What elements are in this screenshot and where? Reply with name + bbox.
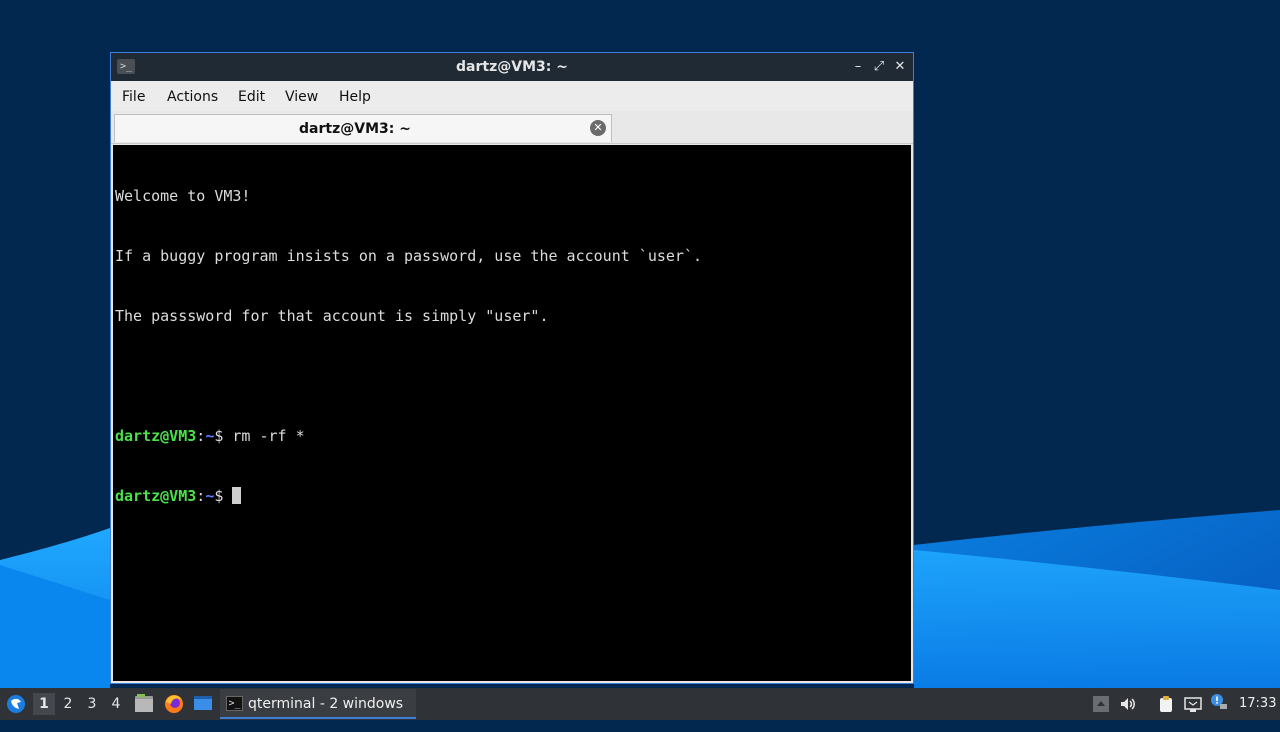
up-arrow-icon[interactable] [1092, 695, 1110, 713]
start-menu-icon[interactable] [4, 688, 30, 720]
prompt-symbol: $ [214, 487, 233, 505]
taskbar: 1 2 3 4 >_ qterminal - 2 windows 17:33 [0, 688, 1280, 720]
terminal-window[interactable]: >_ dartz@VM3: ~ – ⤢ ✕ File Actions Edit … [110, 52, 914, 684]
workspace-4[interactable]: 4 [105, 693, 127, 715]
menu-actions[interactable]: Actions [167, 89, 218, 105]
taskbar-task-qterminal[interactable]: >_ qterminal - 2 windows [220, 689, 416, 719]
window-title: dartz@VM3: ~ [456, 59, 568, 75]
network-icon[interactable] [1184, 695, 1202, 713]
show-desktop-icon[interactable] [192, 688, 216, 720]
tab-label: dartz@VM3: ~ [299, 121, 411, 137]
terminal-prompt-line: dartz@VM3:~$ [115, 486, 911, 506]
prompt-directory: ~ [205, 427, 215, 445]
menu-help[interactable]: Help [339, 89, 371, 105]
menu-view[interactable]: View [285, 89, 318, 105]
workspace-2[interactable]: 2 [57, 693, 79, 715]
task-label: qterminal - 2 windows [248, 696, 404, 712]
prompt-symbol: $ [214, 427, 233, 445]
tab-close-icon[interactable]: ✕ [590, 120, 606, 136]
prompt-user-host: dartz@VM3 [115, 427, 197, 445]
menubar: File Actions Edit View Help [111, 81, 913, 111]
notification-icon[interactable] [1210, 693, 1228, 711]
prompt-separator: : [196, 487, 206, 505]
clock[interactable]: 17:33 [1239, 688, 1276, 720]
maximize-button[interactable]: ⤢ [870, 58, 888, 76]
menu-file[interactable]: File [122, 89, 145, 105]
window-titlebar[interactable]: >_ dartz@VM3: ~ – ⤢ ✕ [111, 53, 913, 81]
volume-icon[interactable] [1119, 695, 1137, 713]
clipboard-icon[interactable] [1157, 695, 1175, 713]
text-cursor [232, 487, 242, 504]
command-text: rm -rf * [232, 427, 305, 445]
terminal-prompt-line: dartz@VM3:~$ rm -rf * [115, 426, 911, 446]
file-manager-icon[interactable] [134, 688, 156, 720]
terminal-line: If a buggy program insists on a password… [115, 247, 702, 265]
tab-bar: dartz@VM3: ~ ✕ [111, 111, 913, 144]
workspace-1[interactable]: 1 [33, 693, 55, 715]
minimize-button[interactable]: – [849, 58, 867, 76]
terminal-tab[interactable]: dartz@VM3: ~ ✕ [114, 114, 612, 142]
workspace-3[interactable]: 3 [81, 693, 103, 715]
prompt-separator: : [196, 427, 206, 445]
firefox-icon[interactable] [163, 688, 187, 720]
terminal-task-icon: >_ [226, 696, 243, 711]
close-button[interactable]: ✕ [891, 58, 909, 76]
terminal-output[interactable]: Welcome to VM3! If a buggy program insis… [113, 145, 911, 681]
terminal-line: The passsword for that account is simply… [115, 307, 549, 325]
terminal-line: Welcome to VM3! [115, 187, 251, 205]
prompt-directory: ~ [205, 487, 215, 505]
prompt-user-host: dartz@VM3 [115, 487, 197, 505]
menu-edit[interactable]: Edit [238, 89, 265, 105]
